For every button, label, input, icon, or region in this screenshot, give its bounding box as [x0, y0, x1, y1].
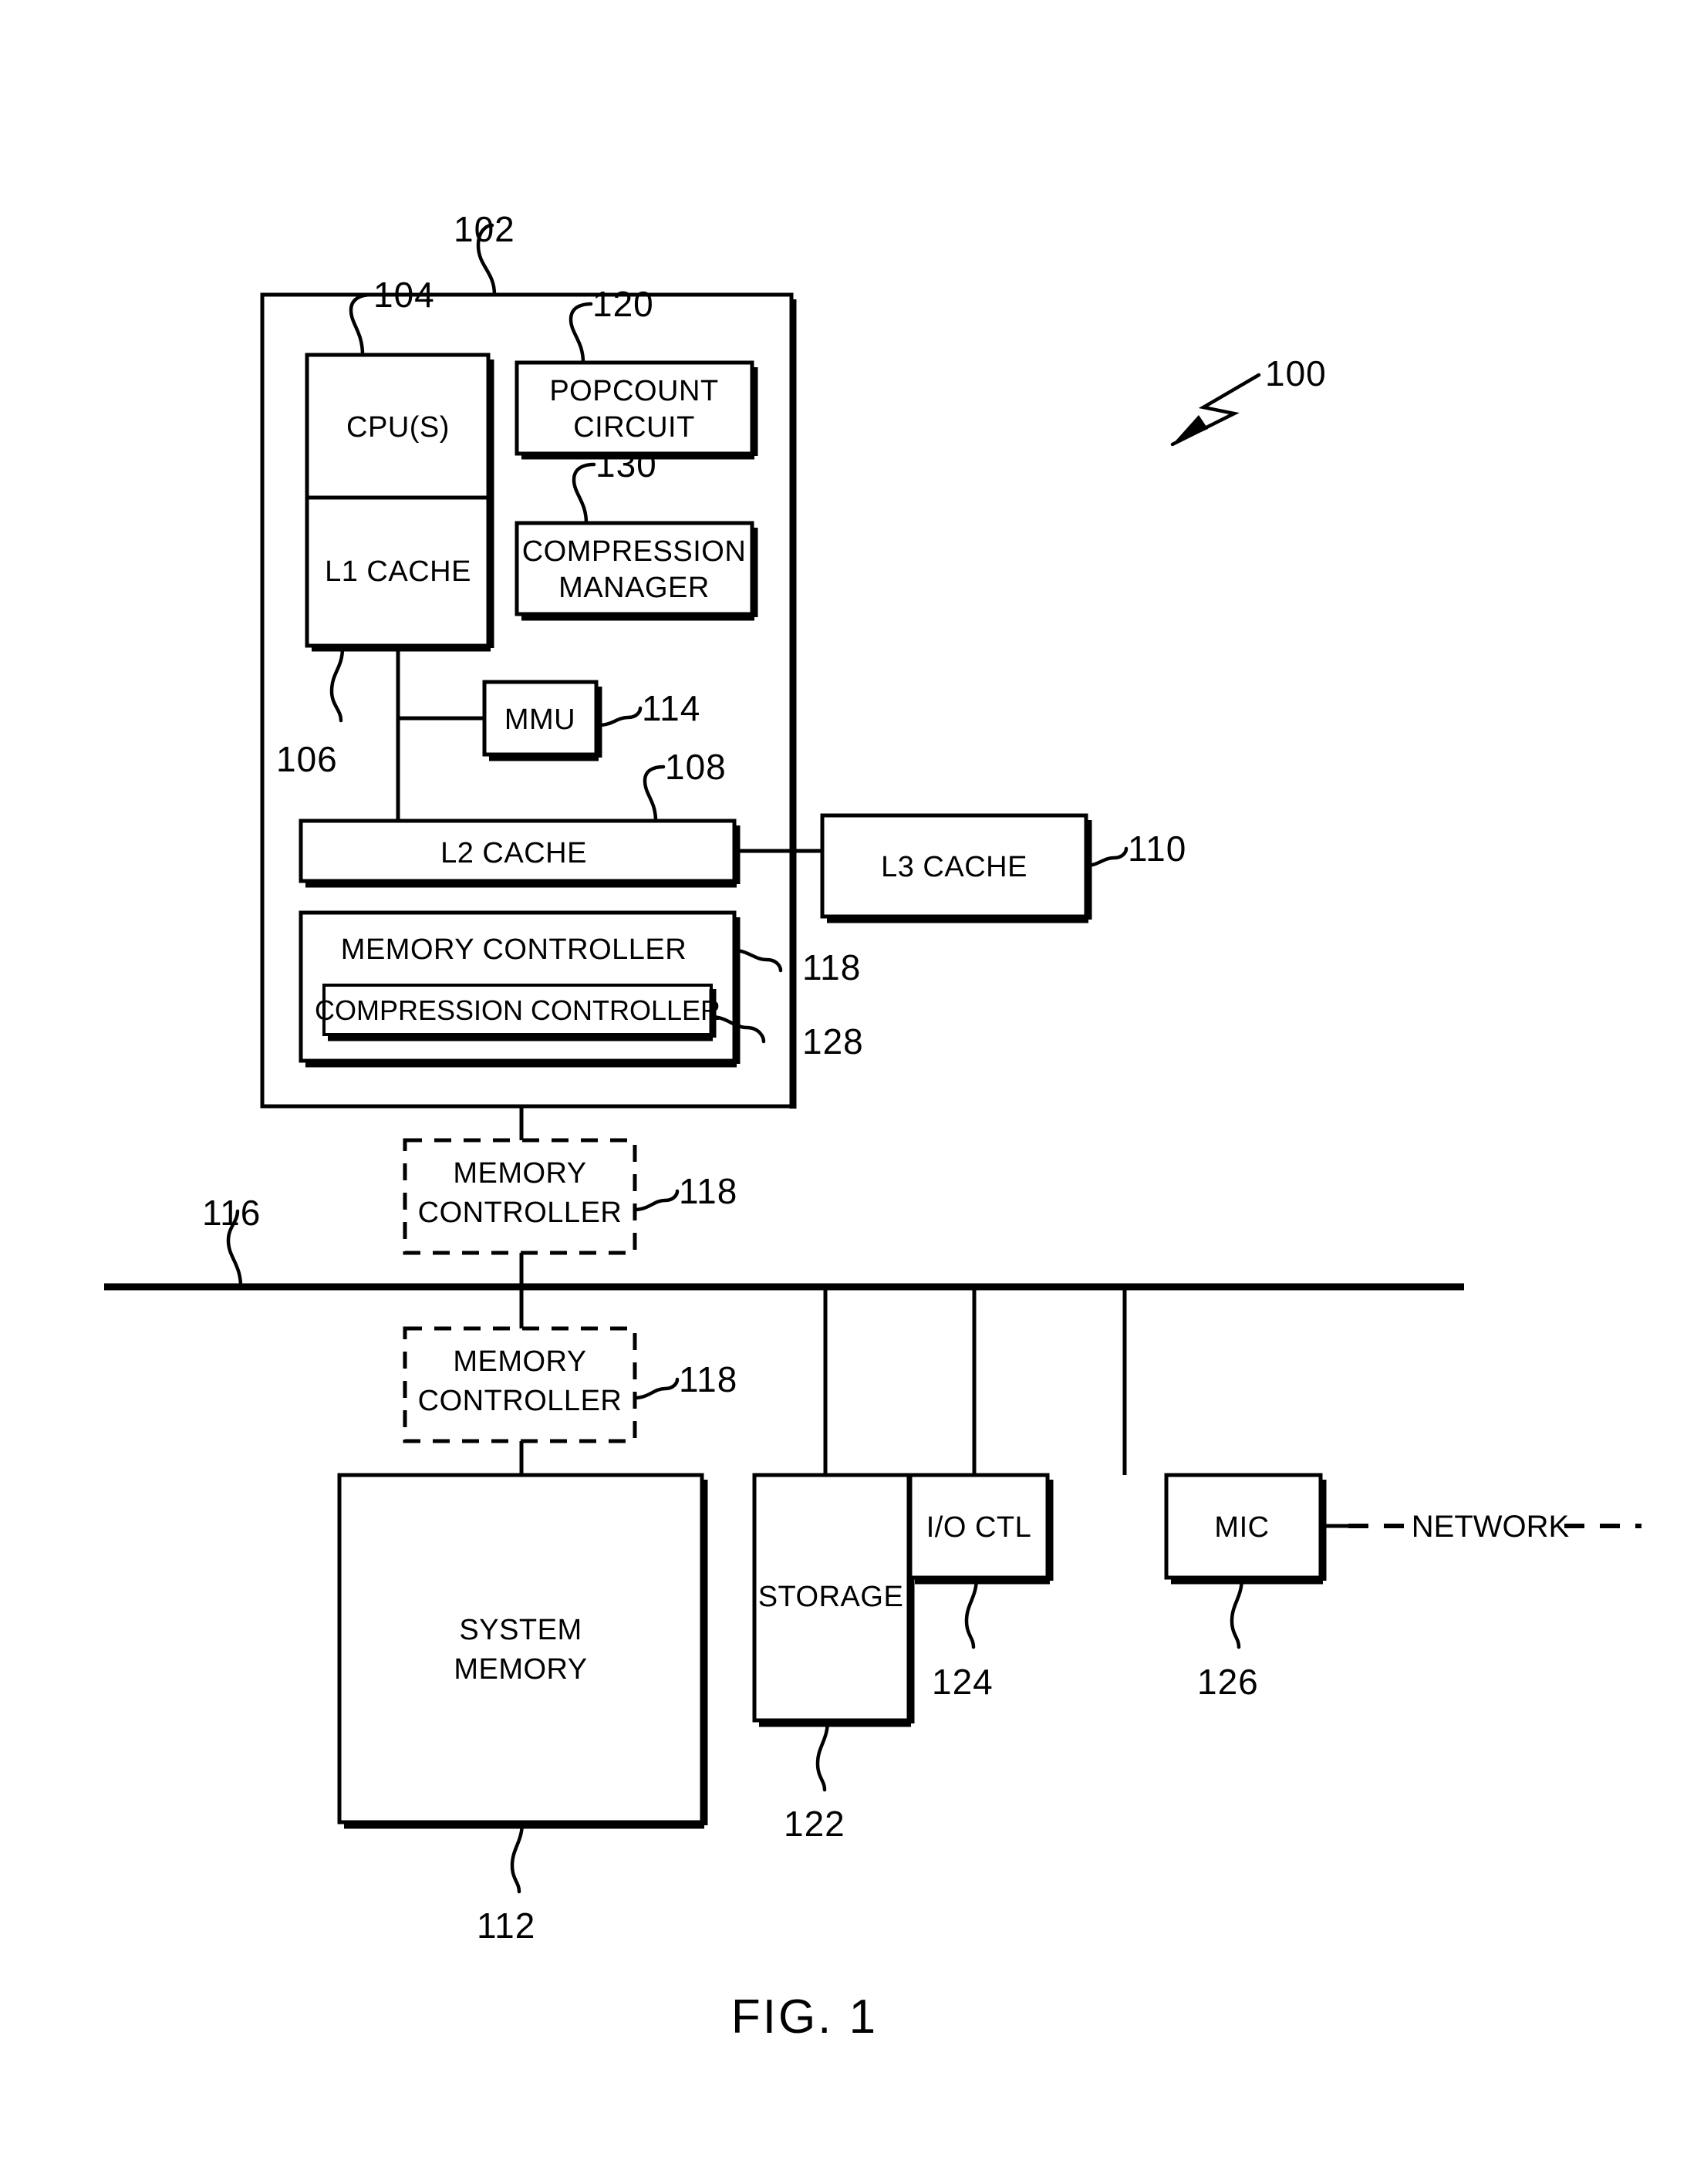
- ref-number-102: 102: [454, 209, 515, 249]
- mic-label: MIC: [1214, 1511, 1269, 1544]
- ref-number-118-below: 118: [679, 1359, 737, 1399]
- ref-number-120: 120: [592, 284, 654, 324]
- io-ctl-label: I/O CTL: [926, 1511, 1032, 1544]
- system-memory-label-line2: MEMORY: [454, 1653, 587, 1686]
- l1-cache-label: L1 CACHE: [325, 555, 471, 588]
- popcount-label-line1: POPCOUNT: [549, 375, 718, 407]
- ref-number-110: 110: [1128, 829, 1186, 869]
- compression-controller-label: COMPRESSION CONTROLLER: [315, 994, 720, 1026]
- io-ctl-block: I/O CTL: [908, 1473, 1054, 1585]
- popcount-circuit-block: POPCOUNT CIRCUIT: [515, 360, 758, 460]
- compression-manager-label-line1: COMPRESSION: [522, 535, 747, 568]
- mc-below-label-line1: MEMORY: [453, 1345, 586, 1378]
- network-connection: NETWORK: [1321, 1510, 1641, 1544]
- system-ref-100: 100: [1170, 353, 1327, 447]
- ref-number-106: 106: [276, 739, 338, 779]
- system-memory-block: SYSTEM MEMORY: [337, 1473, 708, 1829]
- ref-number-118-above: 118: [679, 1171, 737, 1211]
- leader-110: 110: [1084, 829, 1186, 869]
- ref-number-118-internal: 118: [802, 947, 861, 987]
- cpu-label: CPU(S): [346, 411, 450, 444]
- leader-124: 124: [932, 1575, 994, 1702]
- system-memory-label-line1: SYSTEM: [459, 1614, 582, 1646]
- ref-number-116: 116: [202, 1193, 261, 1233]
- leader-126: 126: [1197, 1575, 1259, 1702]
- mc-below-label-line2: CONTROLLER: [418, 1385, 623, 1417]
- mic-block: MIC: [1164, 1473, 1327, 1585]
- ref-number-122: 122: [784, 1804, 845, 1844]
- leader-line-110: [1084, 846, 1129, 868]
- ref-number-128: 128: [802, 1021, 864, 1062]
- compression-manager-block: COMPRESSION MANAGER: [515, 521, 758, 621]
- ref-number-126: 126: [1197, 1662, 1259, 1702]
- system-memory-outline: [337, 1473, 704, 1825]
- leader-118-below-bus: 118: [633, 1359, 737, 1400]
- ref-number-100: 100: [1265, 353, 1327, 393]
- leader-line-118-above: [633, 1189, 680, 1212]
- l3-cache-block: L3 CACHE: [820, 813, 1092, 923]
- leader-112: 112: [477, 1820, 535, 1946]
- memory-controller-below-bus-block: MEMORY CONTROLLER: [403, 1326, 637, 1443]
- mmu-label: MMU: [504, 704, 575, 736]
- memory-controller-internal-block: MEMORY CONTROLLER COMPRESSION CONTROLLER: [299, 910, 741, 1068]
- ref-number-108: 108: [665, 747, 727, 787]
- mmu-block: MMU: [482, 680, 602, 761]
- leader-line-124: [964, 1575, 979, 1649]
- mc-above-label-line2: CONTROLLER: [418, 1197, 623, 1229]
- leader-116: 116: [202, 1193, 261, 1289]
- figure-caption: FIG. 1: [731, 1990, 878, 2044]
- ref-number-124: 124: [932, 1662, 994, 1702]
- leader-line-122: [815, 1718, 830, 1792]
- memory-controller-above-bus-block: MEMORY CONTROLLER: [403, 1138, 637, 1255]
- l3-cache-label: L3 CACHE: [881, 851, 1027, 883]
- compression-manager-label-line2: MANAGER: [558, 572, 710, 604]
- l2-cache-block: L2 CACHE: [299, 819, 741, 888]
- ref-number-104: 104: [373, 275, 435, 315]
- leader-102: 102: [454, 209, 515, 297]
- storage-block: STORAGE: [752, 1473, 915, 1727]
- leader-122: 122: [784, 1718, 845, 1844]
- leader-line-112: [510, 1820, 525, 1894]
- ref-number-130: 130: [596, 444, 657, 484]
- cpu-l1-outline: [305, 353, 491, 648]
- leader-118-above-bus: 118: [633, 1171, 737, 1212]
- leader-line-118-below: [633, 1377, 680, 1400]
- figure-1-block-diagram: 102 CPU(S) L1 CACHE 104 106 POPCOUNT CIR…: [104, 209, 1641, 2044]
- popcount-label-line2: CIRCUIT: [573, 411, 695, 444]
- l2-cache-label: L2 CACHE: [440, 837, 587, 869]
- zigzag-arrow-head: [1172, 415, 1208, 444]
- storage-label: STORAGE: [758, 1581, 904, 1613]
- memory-controller-internal-label: MEMORY CONTROLLER: [341, 933, 687, 966]
- network-label: NETWORK: [1412, 1510, 1570, 1544]
- patent-figure: 102 CPU(S) L1 CACHE 104 106 POPCOUNT CIR…: [0, 0, 1687, 2184]
- cpu-l1-group: CPU(S) L1 CACHE: [305, 353, 494, 652]
- ref-number-112: 112: [477, 1906, 535, 1946]
- ref-number-114: 114: [642, 688, 700, 728]
- compression-controller-block: COMPRESSION CONTROLLER: [315, 984, 720, 1041]
- leader-line-126: [1230, 1575, 1244, 1649]
- mc-above-label-line1: MEMORY: [453, 1157, 586, 1190]
